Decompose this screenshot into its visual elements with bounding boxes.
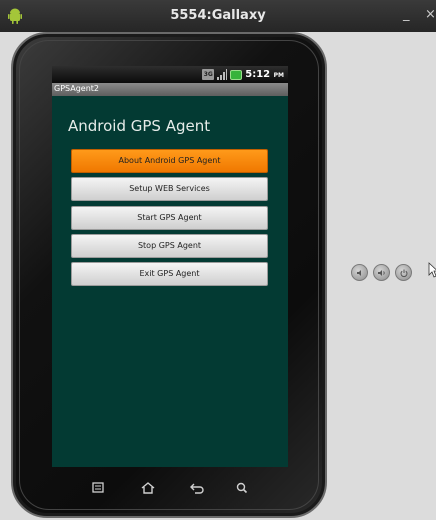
soft-keys	[52, 475, 288, 503]
power-button[interactable]	[395, 264, 412, 281]
volume-up-button[interactable]	[373, 264, 390, 281]
mouse-cursor-icon	[428, 262, 436, 278]
about-button[interactable]: About Android GPS Agent	[71, 149, 268, 173]
status-time-ampm: PM	[273, 72, 284, 79]
window-title-bar: 5554:Gallaxy _ ×	[0, 0, 436, 32]
stop-gps-agent-button[interactable]: Stop GPS Agent	[71, 234, 268, 258]
power-icon	[400, 269, 408, 278]
menu-icon[interactable]	[88, 479, 108, 497]
minimize-button[interactable]: _	[403, 7, 410, 22]
volume-down-icon	[357, 270, 361, 276]
window-title: 5554:Gallaxy	[170, 8, 266, 23]
app-heading: Android GPS Agent	[68, 117, 211, 135]
status-bar: 3G 5:12 PM	[52, 66, 288, 83]
app-title-bar: GPSAgent2	[52, 83, 288, 96]
status-time-value: 5:12	[245, 69, 271, 80]
close-button[interactable]: ×	[425, 7, 436, 22]
data-connection-icon: 3G	[202, 69, 215, 80]
volume-down-button[interactable]	[351, 264, 368, 281]
battery-icon	[230, 69, 243, 80]
volume-up-icon	[378, 270, 385, 276]
status-time: 5:12 PM	[245, 69, 284, 80]
home-icon[interactable]	[138, 479, 158, 497]
start-gps-agent-button[interactable]: Start GPS Agent	[71, 206, 268, 230]
signal-icon	[217, 69, 228, 80]
device-screen[interactable]: 3G 5:12 PM GPSAgent2 Android GPS Agent A…	[52, 66, 288, 467]
app-title: GPSAgent2	[54, 84, 100, 93]
setup-web-services-button[interactable]: Setup WEB Services	[71, 177, 268, 201]
exit-gps-agent-button[interactable]: Exit GPS Agent	[71, 262, 268, 286]
search-icon[interactable]	[232, 479, 252, 497]
back-icon[interactable]	[187, 479, 207, 497]
